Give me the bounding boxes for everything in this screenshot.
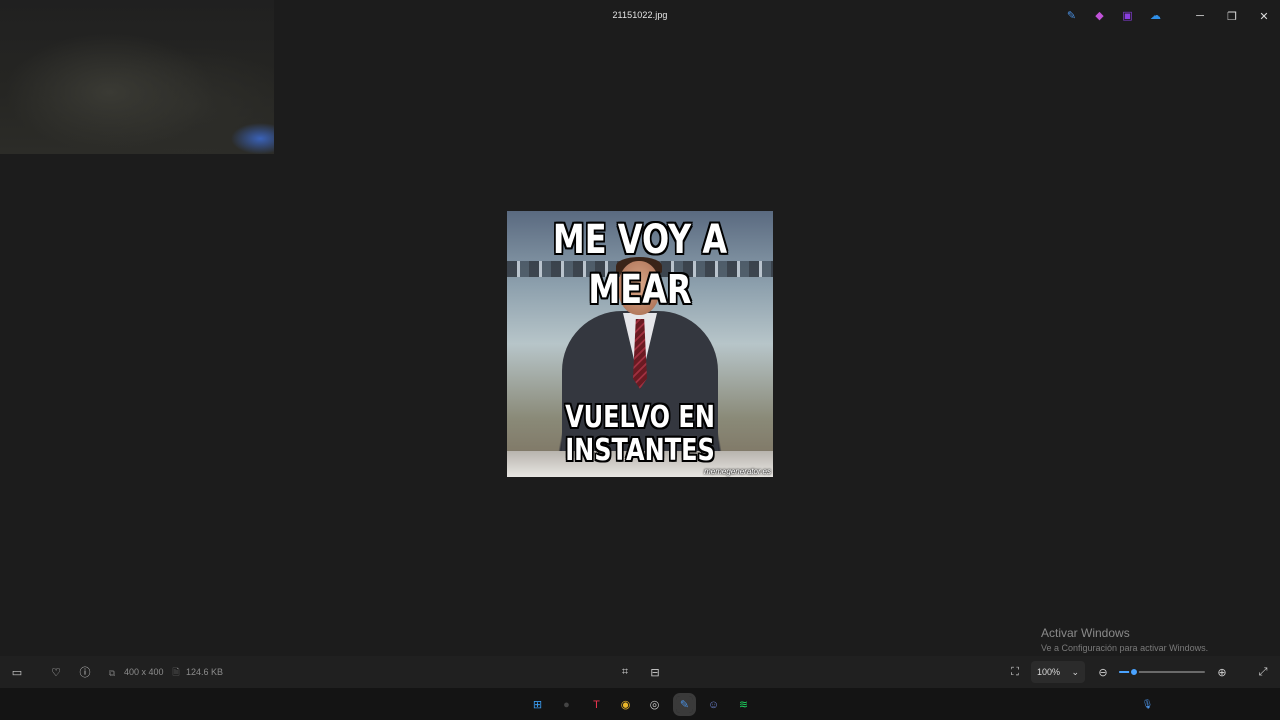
restore-button[interactable]: ❐	[1216, 6, 1248, 26]
favorite-icon[interactable]: ♡	[48, 664, 64, 680]
designer-icon[interactable]: ◆	[1092, 8, 1107, 23]
fit-to-window-icon[interactable]: ⛶	[1007, 664, 1023, 680]
zoom-out-icon[interactable]: ⊖	[1095, 664, 1111, 680]
zoom-level-value: 100%	[1037, 667, 1061, 677]
zoom-slider-thumb[interactable]	[1128, 667, 1139, 677]
zoom-in-icon[interactable]: ⊕	[1214, 664, 1230, 680]
image-dimensions: 400 x 400	[124, 667, 164, 677]
activation-title: Activar Windows	[1041, 626, 1130, 640]
opera-gx-icon[interactable]: ◎	[646, 696, 663, 713]
activation-subtitle: Ve a Configuración para activar Windows.	[1041, 643, 1209, 653]
photos-icon[interactable]: ✎	[673, 693, 696, 716]
microphone-icon[interactable]: 🎙	[1139, 696, 1156, 713]
windows-start-icon[interactable]: ⊞	[529, 696, 546, 713]
close-button[interactable]: ✕	[1248, 6, 1280, 26]
zoom-level-select[interactable]: 100% ⌄	[1031, 661, 1085, 683]
activation-watermark: Activar Windows Ve a Configuración para …	[1041, 626, 1208, 653]
ocr-icon[interactable]: ⊟	[647, 664, 663, 680]
meme-bottom-text: VUELVO EN INSTANTES	[565, 400, 715, 468]
filmstrip-icon[interactable]: ▭	[9, 664, 25, 680]
chrome-icon[interactable]: ◉	[617, 696, 634, 713]
viewer-toolbar: ▭ ♡ ⓘ ⧉ 400 x 400 🗎 124.6 KB ⌗ ⊟ ⛶ 100% …	[0, 656, 1280, 688]
webcam-overlay	[0, 0, 274, 154]
search-icon[interactable]: ●	[558, 696, 575, 713]
window-controls: ─ ❐ ✕	[1184, 6, 1280, 26]
meme-top-text: ME VOY A MEAR	[552, 217, 728, 313]
clipchamp-icon[interactable]: ▣	[1120, 8, 1135, 23]
onedrive-icon[interactable]: ☁	[1148, 8, 1163, 23]
dimensions-icon: ⧉	[108, 667, 116, 678]
title-bar-apps: ✎ ◆ ▣ ☁	[1064, 8, 1163, 23]
chevron-down-icon: ⌄	[1071, 666, 1079, 677]
photo-editor-icon[interactable]: ✎	[1064, 8, 1079, 23]
zoom-slider[interactable]	[1119, 667, 1205, 677]
image-canvas[interactable]: ME VOY A MEAR VUELVO EN INSTANTES memege…	[507, 211, 773, 477]
minimize-button[interactable]: ─	[1184, 6, 1216, 26]
meme-watermark: memegenerator.es	[704, 467, 771, 476]
file-size: 124.6 KB	[186, 667, 224, 677]
discord-icon[interactable]: ☺	[705, 696, 722, 713]
taskbar: ⊞ ● T ◉ ◎ ✎ ☺ ≋ 🎙	[0, 688, 1280, 720]
text-app-icon[interactable]: T	[588, 696, 605, 713]
info-icon[interactable]: ⓘ	[77, 664, 93, 680]
fullscreen-icon[interactable]: ⤢	[1255, 664, 1271, 680]
spotify-icon[interactable]: ≋	[735, 696, 752, 713]
file-size-icon: 🗎	[172, 667, 180, 677]
crop-icon[interactable]: ⌗	[617, 664, 633, 680]
